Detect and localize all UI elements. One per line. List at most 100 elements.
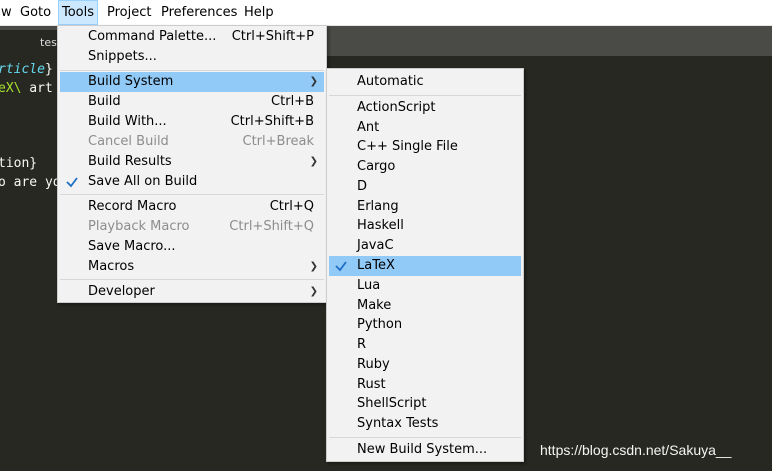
menu-item-label: New Build System... bbox=[357, 442, 488, 457]
menu-item-save-macro[interactable]: Save Macro... bbox=[60, 237, 324, 257]
menu-item-label: Build Results bbox=[88, 154, 172, 169]
menu-item-developer[interactable]: Developer ❯ bbox=[60, 282, 324, 302]
menu-item-macros[interactable]: Macros ❯ bbox=[60, 257, 324, 277]
code-line: tion} bbox=[0, 154, 37, 173]
chevron-right-icon: ❯ bbox=[309, 261, 318, 272]
menu-item-label: Lua bbox=[357, 278, 381, 293]
checkmark-icon bbox=[335, 261, 347, 272]
build-system-rust[interactable]: Rust bbox=[329, 375, 521, 395]
menu-item-shortcut: Ctrl+Break bbox=[242, 134, 315, 149]
build-system-erlang[interactable]: Erlang bbox=[329, 197, 521, 217]
code-line: o are yo bbox=[0, 173, 61, 192]
build-system-javac[interactable]: JavaC bbox=[329, 236, 521, 256]
menu-item-cancel-build: Cancel Build Ctrl+Break bbox=[60, 132, 324, 152]
menu-separator bbox=[329, 95, 521, 96]
chevron-right-icon: ❯ bbox=[309, 76, 318, 87]
menu-view[interactable]: w bbox=[0, 0, 15, 25]
menu-item-label: JavaC bbox=[357, 238, 394, 253]
build-system-d[interactable]: D bbox=[329, 177, 521, 197]
checkmark-icon bbox=[66, 177, 78, 188]
build-system-python[interactable]: Python bbox=[329, 315, 521, 335]
menu-item-label: LaTeX bbox=[357, 258, 395, 273]
build-system-submenu: Automatic ActionScript Ant C++ Single Fi… bbox=[326, 68, 524, 462]
menu-item-label: Save Macro... bbox=[88, 239, 176, 254]
build-system-syntax-tests[interactable]: Syntax Tests bbox=[329, 414, 521, 434]
menu-item-label: Developer bbox=[88, 284, 155, 299]
menu-item-label: Build bbox=[88, 94, 121, 109]
menu-item-record-macro[interactable]: Record Macro Ctrl+Q bbox=[60, 197, 324, 217]
menu-item-label: Make bbox=[357, 298, 392, 313]
menu-item-shortcut: Ctrl+Shift+B bbox=[230, 114, 314, 129]
menu-item-shortcut: Ctrl+B bbox=[271, 94, 314, 109]
code-token: } bbox=[44, 62, 53, 77]
menu-item-label: R bbox=[357, 337, 367, 352]
build-system-latex[interactable]: LaTeX bbox=[329, 256, 521, 276]
build-system-actionscript[interactable]: ActionScript bbox=[329, 98, 521, 118]
menu-preferences[interactable]: Preferences bbox=[158, 0, 240, 25]
menu-goto[interactable]: Goto bbox=[17, 0, 54, 25]
menu-item-label: Automatic bbox=[357, 74, 424, 89]
build-system-cargo[interactable]: Cargo bbox=[329, 157, 521, 177]
menu-help[interactable]: Help bbox=[241, 0, 277, 25]
menu-item-label: Cargo bbox=[357, 159, 396, 174]
menu-bar: w Goto Tools Project Preferences Help bbox=[0, 0, 772, 26]
menu-item-label: Build With... bbox=[88, 114, 167, 129]
code-token: eX\ bbox=[0, 81, 22, 96]
code-token: o are yo bbox=[0, 175, 61, 190]
menu-item-label: C++ Single File bbox=[357, 139, 458, 154]
menu-item-label: Python bbox=[357, 317, 403, 332]
code-line: rticle} bbox=[0, 60, 53, 79]
menu-item-label: Build System bbox=[88, 74, 174, 89]
menu-item-label: Rust bbox=[357, 377, 386, 392]
menu-item-label: ShellScript bbox=[357, 396, 427, 411]
menu-item-build[interactable]: Build Ctrl+B bbox=[60, 92, 324, 112]
watermark-text: https://blog.csdn.net/Sakuya__ bbox=[540, 442, 732, 458]
menu-item-snippets[interactable]: Snippets... bbox=[60, 47, 324, 67]
menu-item-save-all-on-build[interactable]: Save All on Build bbox=[60, 172, 324, 192]
menu-item-label: Erlang bbox=[357, 199, 399, 214]
build-system-shellscript[interactable]: ShellScript bbox=[329, 394, 521, 414]
chevron-right-icon: ❯ bbox=[309, 156, 318, 167]
code-line: eX\ art bbox=[0, 79, 53, 98]
build-system-make[interactable]: Make bbox=[329, 296, 521, 316]
menu-item-label: Syntax Tests bbox=[357, 416, 439, 431]
menu-item-label: Ant bbox=[357, 120, 380, 135]
menu-item-label: D bbox=[357, 179, 368, 194]
build-system-ruby[interactable]: Ruby bbox=[329, 355, 521, 375]
menu-project[interactable]: Project bbox=[104, 0, 154, 25]
menu-tools[interactable]: Tools bbox=[58, 0, 99, 25]
chevron-right-icon: ❯ bbox=[309, 286, 318, 297]
menu-item-shortcut: Ctrl+Shift+Q bbox=[229, 219, 314, 234]
code-token: tion} bbox=[0, 156, 38, 171]
menu-separator bbox=[329, 437, 521, 438]
build-system-cpp-single-file[interactable]: C++ Single File bbox=[329, 137, 521, 157]
menu-separator bbox=[60, 194, 324, 195]
menu-item-label: Record Macro bbox=[88, 199, 177, 214]
menu-item-build-with[interactable]: Build With... Ctrl+Shift+B bbox=[60, 112, 324, 132]
menu-separator bbox=[60, 70, 324, 71]
build-system-automatic[interactable]: Automatic bbox=[329, 72, 521, 92]
menu-item-label: Haskell bbox=[357, 218, 404, 233]
build-system-ant[interactable]: Ant bbox=[329, 118, 521, 138]
menu-item-label: Cancel Build bbox=[88, 134, 169, 149]
menu-item-label: Command Palette... bbox=[88, 29, 217, 44]
build-system-lua[interactable]: Lua bbox=[329, 276, 521, 296]
menu-item-build-results[interactable]: Build Results ❯ bbox=[60, 152, 324, 172]
menu-separator bbox=[60, 279, 324, 280]
menu-item-label: Save All on Build bbox=[88, 174, 198, 189]
build-system-new[interactable]: New Build System... bbox=[329, 440, 521, 460]
menu-item-label: Snippets... bbox=[88, 49, 157, 64]
menu-item-command-palette[interactable]: Command Palette... Ctrl+Shift+P bbox=[60, 27, 324, 47]
menu-item-label: Ruby bbox=[357, 357, 390, 372]
menu-item-label: Playback Macro bbox=[88, 219, 190, 234]
build-system-r[interactable]: R bbox=[329, 335, 521, 355]
tools-menu: Command Palette... Ctrl+Shift+P Snippets… bbox=[57, 25, 327, 303]
menu-item-shortcut: Ctrl+Shift+P bbox=[231, 29, 314, 44]
menu-item-playback-macro: Playback Macro Ctrl+Shift+Q bbox=[60, 217, 324, 237]
code-token: art bbox=[21, 81, 53, 96]
menu-item-label: Macros bbox=[88, 259, 135, 274]
menu-item-build-system[interactable]: Build System ❯ bbox=[60, 72, 324, 92]
build-system-haskell[interactable]: Haskell bbox=[329, 216, 521, 236]
menu-item-shortcut: Ctrl+Q bbox=[269, 199, 314, 214]
code-token: rticle bbox=[0, 62, 45, 77]
